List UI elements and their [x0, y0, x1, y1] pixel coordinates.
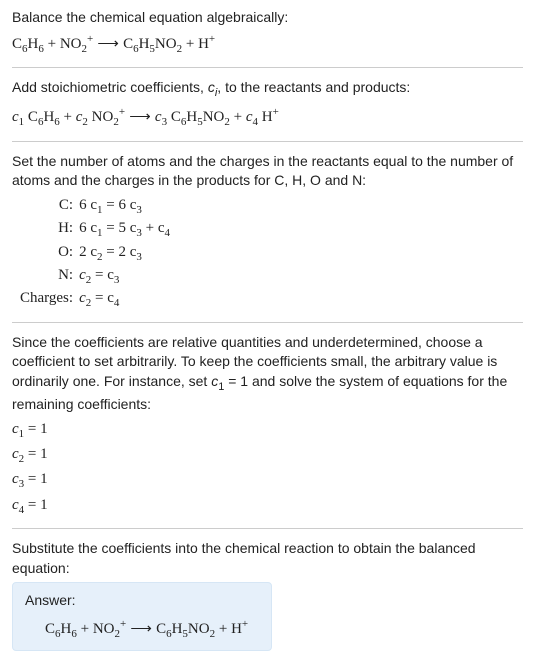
step4-text: Since the coefficients are relative quan…: [12, 333, 523, 415]
divider: [12, 141, 523, 142]
step2-text: Add stoichiometric coefficients, ci, to …: [12, 78, 523, 101]
equation-unbalanced: C6H6 + NO2+ ⟶ C6H5NO2 + H+: [12, 32, 523, 57]
divider: [12, 322, 523, 323]
intro-line1: Balance the chemical equation algebraica…: [12, 9, 288, 25]
table-row: Charges: c2 = c4: [20, 288, 170, 311]
coeff-c4: c4 = 1: [12, 495, 523, 518]
table-row: N: c2 = c3: [20, 265, 170, 288]
step3-text: Set the number of atoms and the charges …: [12, 152, 523, 191]
equation-with-coeffs: c1 C6H6 + c2 NO2+ ⟶ c3 C6H5NO2 + c4 H+: [12, 105, 523, 130]
balanced-equation: C6H6 + NO2+ ⟶ C6H5NO2 + H+: [25, 617, 259, 642]
coeff-c3: c3 = 1: [12, 469, 523, 492]
table-row: C: 6 c1 = 6 c3: [20, 195, 170, 218]
divider: [12, 67, 523, 68]
table-row: O: 2 c2 = 2 c3: [20, 242, 170, 265]
answer-label: Answer:: [25, 591, 259, 611]
answer-box: Answer: C6H6 + NO2+ ⟶ C6H5NO2 + H+: [12, 582, 272, 651]
coeff-c1: c1 = 1: [12, 419, 523, 442]
table-row: H: 6 c1 = 5 c3 + c4: [20, 218, 170, 241]
intro-text: Balance the chemical equation algebraica…: [12, 8, 523, 28]
divider: [12, 528, 523, 529]
atom-balance-table: C: 6 c1 = 6 c3 H: 6 c1 = 5 c3 + c4 O: 2 …: [20, 195, 170, 312]
coeff-c2: c2 = 1: [12, 444, 523, 467]
step5-text: Substitute the coefficients into the che…: [12, 539, 523, 578]
